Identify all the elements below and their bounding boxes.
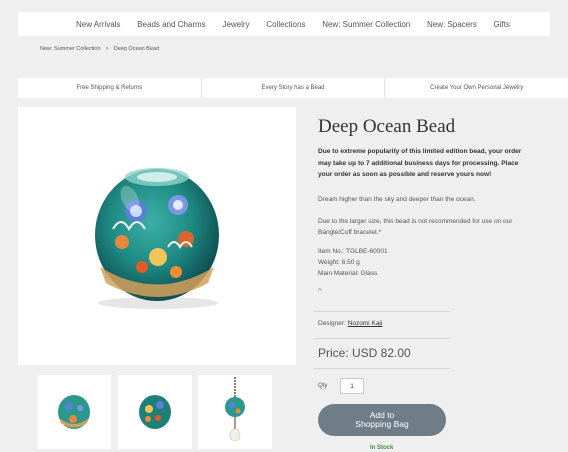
product-title: Deep Ocean Bead [318,116,456,137]
promo-every-story[interactable]: Every Story has a Bead [202,78,386,98]
divider [314,338,450,339]
breadcrumb-link-summer-collection[interactable]: New: Summer Collection [40,46,101,52]
quantity-input[interactable] [340,378,364,394]
item-material: Main Material: Glass [318,270,378,277]
top-navigation: New Arrivals Beads and Charms Jewelry Co… [18,12,550,36]
breadcrumb-current: Deep Ocean Bead [113,46,160,52]
availability-notice: Due to extreme popularity of this limite… [318,148,522,178]
thumbnail-pendant-icon [225,377,245,442]
breadcrumb: New: Summer Collection > Deep Ocean Bead [40,46,159,52]
add-to-bag-button[interactable]: Add to Shopping Bag [318,404,446,436]
nav-item-summer-collection[interactable]: New: Summer Collection [322,20,410,29]
divider [314,368,450,369]
bead-image [95,168,219,309]
thumbnail-side[interactable] [118,375,192,449]
promo-strip: Free Shipping & Returns Every Story has … [18,78,568,98]
promo-create-jewelry[interactable]: Create Your Own Personal Jewelry [385,78,568,98]
designer-label: Designer: [318,320,346,327]
main-product-image[interactable] [18,107,296,365]
item-number: Item No.: TGLBE-60001 [318,248,388,255]
thumbnail-front[interactable] [37,375,111,449]
nav-item-collections[interactable]: Collections [266,20,305,29]
nav-item-jewelry[interactable]: Jewelry [222,20,249,29]
promo-free-shipping[interactable]: Free Shipping & Returns [18,78,202,98]
add-to-bag-label-line2: Shopping Bag [355,419,409,429]
item-weight: Weight: 6.50 g [318,259,360,266]
thumbnail-on-necklace[interactable] [198,375,272,449]
designer-line: Designer: Nozomi Kaji [318,320,382,327]
product-price: Price: USD 82.00 [318,346,411,360]
divider [314,311,450,312]
thumbnail-bead-icon [58,395,90,429]
product-tagline: Dream higher than the sky and deeper tha… [318,196,476,203]
nav-item-gifts[interactable]: Gifts [494,20,510,29]
thumbnail-bead-icon [139,395,171,429]
nav-item-beads-and-charms[interactable]: Beads and Charms [137,20,205,29]
stock-status: In Stock [370,445,394,451]
nav-item-spacers[interactable]: New: Spacers [427,20,477,29]
quantity-label: Qty [318,383,328,389]
product-specs: Item No.: TGLBE-60001 Weight: 6.50 g Mai… [318,246,388,279]
breadcrumb-separator: > [105,46,109,52]
nav-item-new-arrivals[interactable]: New Arrivals [76,20,120,29]
product-note: Due to the larger size, this bead is not… [318,218,513,236]
collapse-details-icon[interactable]: ^ [318,287,322,296]
designer-link[interactable]: Nozomi Kaji [348,320,383,327]
